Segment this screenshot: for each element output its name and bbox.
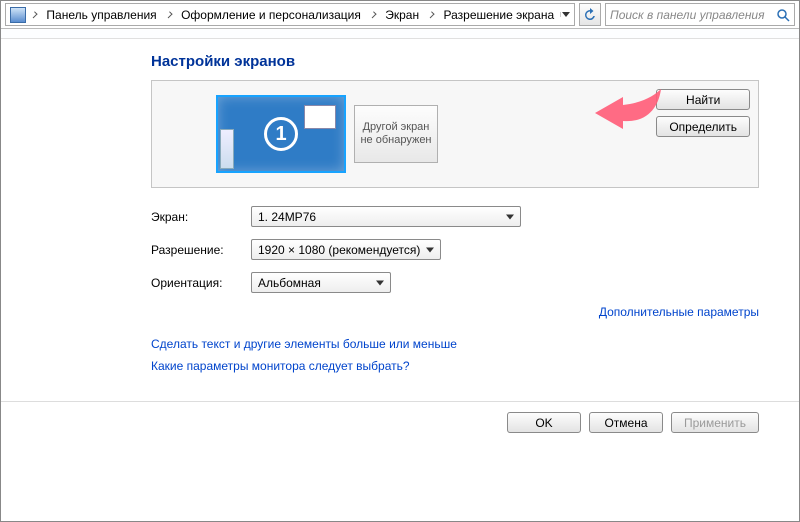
display-arrangement-box[interactable]: 1 Другой экран не обнаружен Найти Опреде… (151, 80, 759, 188)
identify-button[interactable]: Определить (656, 116, 750, 137)
breadcrumb-item[interactable]: Экран (381, 8, 423, 22)
breadcrumb[interactable]: Панель управления Оформление и персонали… (5, 3, 575, 26)
refresh-icon (583, 8, 597, 22)
orientation-label: Ориентация: (151, 276, 251, 290)
search-placeholder: Поиск в панели управления (610, 8, 765, 22)
address-dropdown-button[interactable] (560, 12, 570, 17)
apply-button[interactable]: Применить (671, 412, 759, 433)
resolution-select-value: 1920 × 1080 (рекомендуется) (258, 243, 420, 257)
resolution-label: Разрешение: (151, 243, 251, 257)
screen-label: Экран: (151, 210, 251, 224)
orientation-select-value: Альбомная (258, 276, 321, 290)
breadcrumb-item[interactable]: Оформление и персонализация (177, 8, 365, 22)
settings-form: Экран: 1. 24MP76 Разрешение: 1920 × 1080… (151, 206, 759, 293)
ok-button[interactable]: OK (507, 412, 581, 433)
screen-select-value: 1. 24MP76 (258, 210, 316, 224)
breadcrumb-item[interactable]: Разрешение экрана (440, 8, 559, 22)
text-size-link[interactable]: Сделать текст и другие элементы больше и… (151, 337, 759, 351)
chevron-right-icon (31, 11, 38, 18)
control-panel-icon (10, 7, 26, 23)
monitor-number: 1 (264, 117, 298, 151)
screen-select[interactable]: 1. 24MP76 (251, 206, 521, 227)
page-title: Настройки экранов (151, 53, 759, 70)
orientation-select[interactable]: Альбомная (251, 272, 391, 293)
main-content: Настройки экранов 1 Другой экран не обна… (1, 39, 799, 391)
taskbar-icon (220, 129, 234, 169)
monitor-help-link[interactable]: Какие параметры монитора следует выбрать… (151, 359, 759, 373)
dialog-buttons: OK Отмена Применить (1, 402, 799, 433)
toolbar-strip (1, 29, 799, 39)
primary-monitor-thumbnail[interactable]: 1 (216, 95, 346, 173)
chevron-down-icon (562, 12, 570, 17)
detect-button[interactable]: Найти (656, 89, 750, 110)
cancel-button[interactable]: Отмена (589, 412, 663, 433)
search-icon (776, 8, 790, 22)
breadcrumb-item[interactable]: Панель управления (42, 8, 160, 22)
resolution-select[interactable]: 1920 × 1080 (рекомендуется) (251, 239, 441, 260)
window-icon (304, 105, 336, 129)
advanced-settings-link[interactable]: Дополнительные параметры (599, 305, 759, 319)
ghost-monitor-thumbnail[interactable]: Другой экран не обнаружен (354, 105, 438, 163)
refresh-button[interactable] (579, 3, 601, 26)
chevron-right-icon (165, 11, 172, 18)
address-bar: Панель управления Оформление и персонали… (1, 1, 799, 29)
chevron-right-icon (428, 11, 435, 18)
search-input[interactable]: Поиск в панели управления (605, 3, 795, 26)
display-actions: Найти Определить (656, 89, 750, 137)
chevron-right-icon (369, 11, 376, 18)
